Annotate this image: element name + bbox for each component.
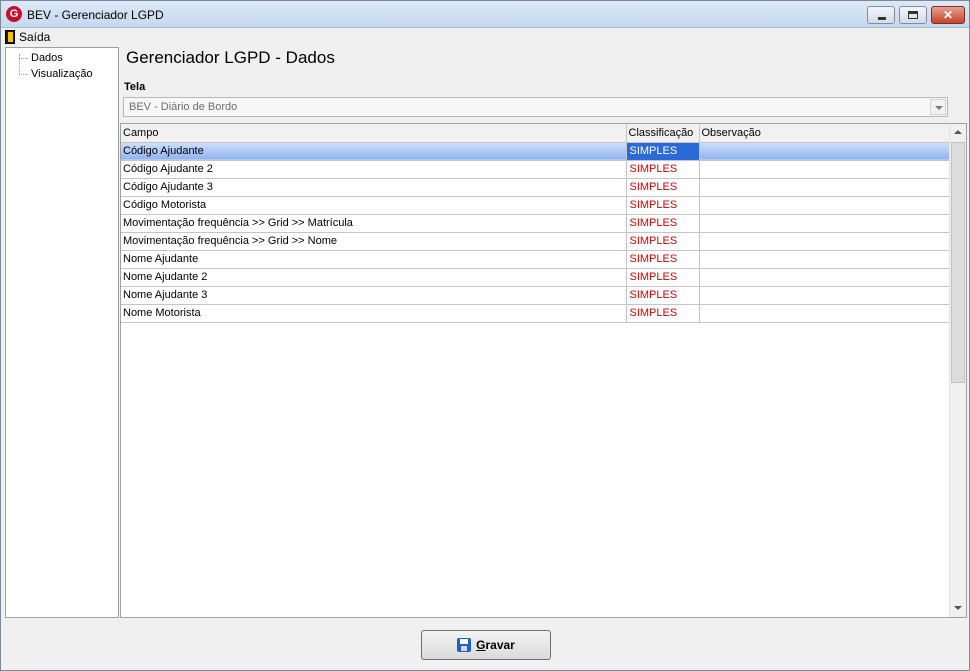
maximize-icon bbox=[908, 11, 918, 19]
minimize-button[interactable] bbox=[867, 6, 895, 24]
table-header-row: Campo Classificação Observação bbox=[121, 124, 951, 143]
tree-item-visualizacao[interactable]: Visualização bbox=[19, 66, 93, 82]
chevron-down-icon[interactable] bbox=[930, 99, 946, 115]
table-row[interactable]: Movimentação frequência >> Grid >> Nome S… bbox=[121, 232, 951, 251]
tree-item-dados[interactable]: Dados bbox=[19, 50, 63, 66]
scroll-up-icon[interactable] bbox=[950, 124, 966, 141]
campo-cell[interactable]: Código Ajudante 2 bbox=[121, 160, 627, 179]
scroll-thumb[interactable] bbox=[951, 142, 965, 383]
campo-cell[interactable]: Movimentação frequência >> Grid >> Nome bbox=[121, 232, 627, 251]
menu-bar: Saída bbox=[1, 28, 969, 46]
observacao-cell[interactable] bbox=[699, 178, 951, 197]
classificacao-cell[interactable]: SIMPLES bbox=[626, 178, 700, 197]
close-button[interactable]: ✕ bbox=[931, 6, 965, 24]
floppy-disk-icon bbox=[457, 638, 472, 652]
maximize-button[interactable] bbox=[899, 6, 927, 24]
campo-cell[interactable]: Nome Ajudante bbox=[121, 250, 627, 269]
classificacao-cell[interactable]: SIMPLES bbox=[626, 268, 700, 287]
table-row[interactable]: Movimentação frequência >> Grid >> Matrí… bbox=[121, 214, 951, 233]
classificacao-cell[interactable]: SIMPLES bbox=[626, 304, 700, 323]
classificacao-cell[interactable]: SIMPLES bbox=[626, 142, 700, 161]
page-title: Gerenciador LGPD - Dados bbox=[126, 48, 335, 67]
column-header-classificacao[interactable]: Classificação bbox=[626, 124, 700, 143]
table-row[interactable]: Nome Ajudante SIMPLES bbox=[121, 250, 951, 269]
minimize-icon bbox=[878, 17, 886, 20]
column-header-observacao[interactable]: Observação bbox=[699, 124, 951, 143]
save-button-label: Gravar bbox=[476, 638, 515, 652]
fields-table: Campo Classificação Observação Código Aj… bbox=[121, 124, 951, 323]
classificacao-cell[interactable]: SIMPLES bbox=[626, 214, 700, 233]
table-row[interactable]: Código Motorista SIMPLES bbox=[121, 196, 951, 215]
title-bar[interactable]: G BEV - Gerenciador LGPD ✕ bbox=[1, 1, 969, 28]
tree-branch bbox=[19, 57, 28, 59]
campo-cell[interactable]: Nome Ajudante 3 bbox=[121, 286, 627, 305]
app-logo-icon: G bbox=[6, 6, 22, 22]
campo-cell[interactable]: Nome Motorista bbox=[121, 304, 627, 323]
classificacao-cell[interactable]: SIMPLES bbox=[626, 232, 700, 251]
window-title: BEV - Gerenciador LGPD bbox=[27, 8, 164, 22]
campo-cell[interactable]: Movimentação frequência >> Grid >> Matrí… bbox=[121, 214, 627, 233]
vertical-scrollbar[interactable] bbox=[949, 124, 966, 617]
classificacao-cell[interactable]: SIMPLES bbox=[626, 160, 700, 179]
campo-cell[interactable]: Código Ajudante 3 bbox=[121, 178, 627, 197]
tela-label: Tela bbox=[124, 81, 146, 93]
exit-door-icon bbox=[5, 30, 15, 44]
observacao-cell[interactable] bbox=[699, 160, 951, 179]
tela-select[interactable]: BEV - Diário de Bordo bbox=[123, 97, 948, 117]
tree-item-label: Visualização bbox=[31, 68, 93, 80]
campo-cell[interactable]: Nome Ajudante 2 bbox=[121, 268, 627, 287]
observacao-cell[interactable] bbox=[699, 142, 951, 161]
close-icon: ✕ bbox=[942, 8, 954, 22]
observacao-cell[interactable] bbox=[699, 286, 951, 305]
scroll-down-icon[interactable] bbox=[950, 600, 966, 617]
observacao-cell[interactable] bbox=[699, 232, 951, 251]
table-row[interactable]: Nome Ajudante 2 SIMPLES bbox=[121, 268, 951, 287]
menu-item-exit[interactable]: Saída bbox=[5, 29, 50, 45]
campo-cell[interactable]: Código Motorista bbox=[121, 196, 627, 215]
table-row[interactable]: Código Ajudante 2 SIMPLES bbox=[121, 160, 951, 179]
classificacao-cell[interactable]: SIMPLES bbox=[626, 196, 700, 215]
observacao-cell[interactable] bbox=[699, 268, 951, 287]
observacao-cell[interactable] bbox=[699, 196, 951, 215]
tree-item-label: Dados bbox=[31, 52, 63, 64]
classificacao-cell[interactable]: SIMPLES bbox=[626, 286, 700, 305]
observacao-cell[interactable] bbox=[699, 250, 951, 269]
column-header-campo[interactable]: Campo bbox=[121, 124, 627, 143]
tela-select-value: BEV - Diário de Bordo bbox=[129, 101, 238, 113]
menu-item-exit-label: Saída bbox=[19, 30, 51, 44]
table-row[interactable]: Nome Ajudante 3 SIMPLES bbox=[121, 286, 951, 305]
tree-branch bbox=[19, 73, 28, 75]
observacao-cell[interactable] bbox=[699, 214, 951, 233]
save-button[interactable]: Gravar bbox=[421, 630, 551, 660]
fields-grid: Campo Classificação Observação Código Aj… bbox=[120, 123, 967, 618]
navigation-tree: Dados Visualização bbox=[5, 47, 119, 618]
app-window: G BEV - Gerenciador LGPD ✕ Saída Dados V… bbox=[0, 0, 970, 671]
observacao-cell[interactable] bbox=[699, 304, 951, 323]
campo-cell[interactable]: Código Ajudante bbox=[121, 142, 627, 161]
table-row[interactable]: Nome Motorista SIMPLES bbox=[121, 304, 951, 323]
table-row[interactable]: Código Ajudante 3 SIMPLES bbox=[121, 178, 951, 197]
table-row[interactable]: Código Ajudante SIMPLES bbox=[121, 142, 951, 161]
classificacao-cell[interactable]: SIMPLES bbox=[626, 250, 700, 269]
